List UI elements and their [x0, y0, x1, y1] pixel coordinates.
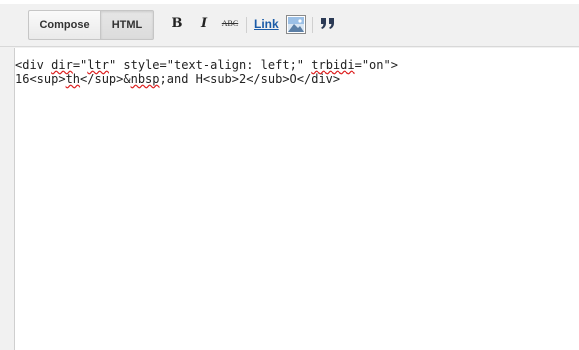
- misspelled-word: nbsp: [130, 72, 160, 86]
- html-editor-area[interactable]: <div dir="ltr" style="text-align: left;"…: [14, 48, 579, 350]
- misspelled-word: dir: [51, 58, 73, 72]
- strikethrough-icon[interactable]: ABC: [220, 16, 240, 32]
- italic-icon[interactable]: I: [198, 16, 210, 32]
- toolbar-divider: [246, 17, 247, 33]
- quote-icon[interactable]: [320, 14, 336, 32]
- misspelled-word: ltr: [87, 58, 109, 72]
- image-icon[interactable]: [286, 15, 306, 34]
- compose-mode-button[interactable]: Compose: [29, 11, 100, 39]
- misspelled-word: trbidi: [311, 58, 355, 72]
- code-line-1: <div dir="ltr" style="text-align: left;"…: [15, 58, 398, 72]
- mode-switcher: Compose HTML: [28, 10, 154, 40]
- html-source-text: <div dir="ltr" style="text-align: left;"…: [15, 58, 398, 86]
- quote-glyph: [321, 18, 334, 29]
- editor-toolbar: Compose HTML B I ABC Link: [0, 4, 579, 47]
- image-glyph: [288, 17, 304, 32]
- toolbar-divider: [312, 17, 313, 33]
- link-button[interactable]: Link: [254, 17, 279, 31]
- html-mode-button[interactable]: HTML: [100, 11, 153, 39]
- code-line-2: 16<sup>th</sup>&nbsp;and H<sub>2</sub>O<…: [15, 72, 341, 86]
- misspelled-word: th: [65, 72, 81, 86]
- bold-icon[interactable]: B: [171, 16, 183, 32]
